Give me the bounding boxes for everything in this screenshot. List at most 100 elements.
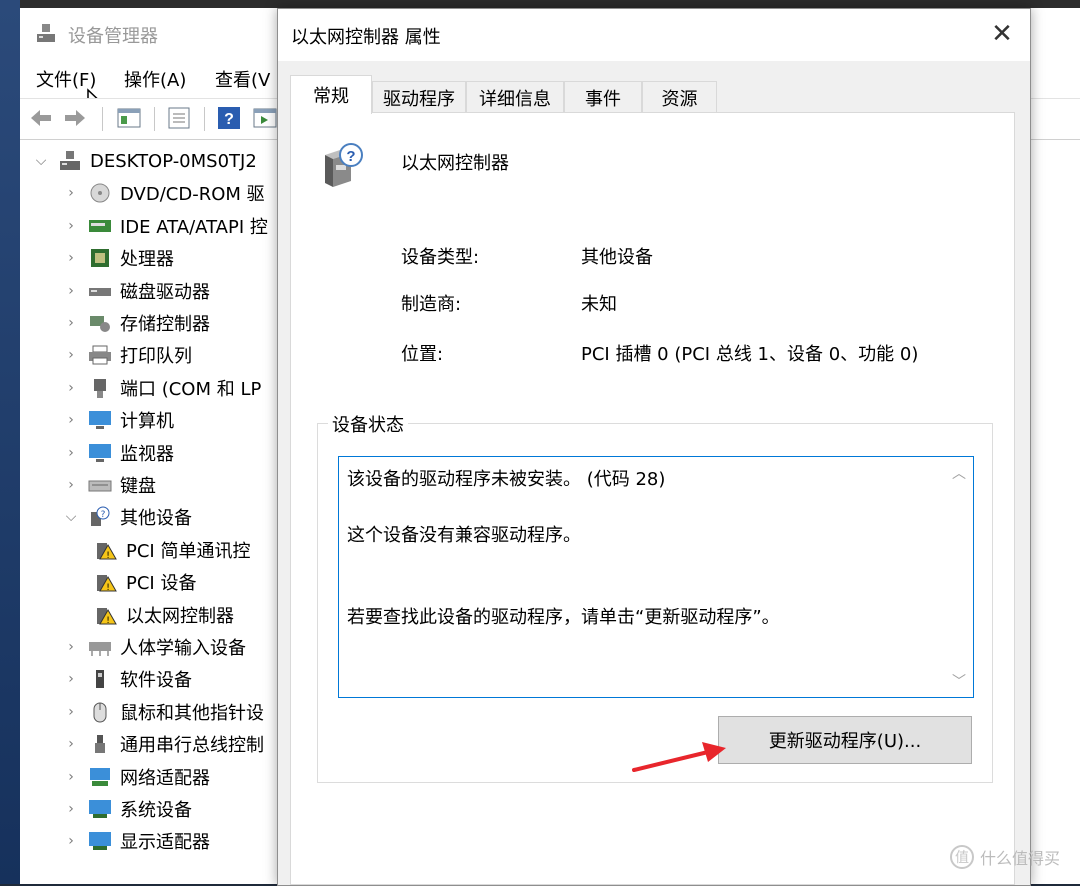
scroll-down-icon[interactable]: ﹀ (951, 673, 967, 690)
chevron-down-icon[interactable]: ⌵ (62, 508, 80, 526)
storage-controller-icon (90, 316, 110, 332)
dvd-icon (90, 183, 110, 203)
console-tree-icon[interactable] (116, 105, 142, 131)
display-adapter-icon (89, 832, 111, 851)
chevron-right-icon[interactable]: › (62, 411, 80, 429)
tree-category-item[interactable]: › 软件设备 (62, 664, 192, 694)
chevron-right-icon[interactable]: › (62, 735, 80, 753)
tab-driver[interactable]: 驱动程序 (372, 81, 466, 113)
help-icon[interactable]: ? (216, 105, 242, 131)
tree-category-item[interactable]: › 处理器 (62, 243, 174, 273)
tab-general[interactable]: 常规 (290, 75, 372, 114)
tree-category-item[interactable]: › 鼠标和其他指针设 (62, 697, 264, 727)
update-driver-button[interactable]: 更新驱动程序(U)... (718, 716, 972, 764)
toolbar-separator (204, 107, 205, 131)
tree-item-label: 显示适配器 (120, 832, 210, 854)
tree-category-item[interactable]: › 系统设备 (62, 794, 192, 824)
tree-item-label: 打印队列 (120, 346, 192, 368)
forward-arrow-icon[interactable] (62, 105, 88, 131)
tree-category-item[interactable]: › 人体学输入设备 (62, 632, 246, 662)
tree-category-item[interactable]: › 网络适配器 (62, 762, 210, 792)
chevron-right-icon[interactable]: › (62, 314, 80, 332)
tree-category-item[interactable]: › IDE ATA/ATAPI 控 (62, 211, 268, 241)
back-arrow-icon[interactable] (28, 105, 54, 131)
chevron-right-icon[interactable]: › (62, 638, 80, 656)
close-icon[interactable]: ✕ (982, 17, 1022, 51)
properties-icon[interactable] (166, 105, 192, 131)
chevron-right-icon[interactable]: › (62, 346, 80, 364)
dialog-titlebar: 以太网控制器 属性 ✕ (278, 9, 1030, 61)
usb-icon (95, 735, 105, 754)
tree-category-item[interactable]: › 键盘 (62, 470, 156, 500)
tree-item-label: 磁盘驱动器 (120, 281, 210, 303)
chevron-down-icon[interactable]: ⌵ (32, 152, 50, 170)
tree-item-label: 鼠标和其他指针设 (120, 702, 264, 724)
tree-child-item[interactable]: ! PCI 简单通讯控 (94, 535, 250, 565)
scroll-up-icon[interactable]: ︿ (951, 465, 967, 482)
chevron-right-icon[interactable]: › (62, 800, 80, 818)
annotation-arrow-icon (632, 742, 726, 772)
tree-category-item[interactable]: › 存储控制器 (62, 308, 210, 338)
tree-item-label: 网络适配器 (120, 767, 210, 789)
status-scrollbar[interactable]: ︿ ﹀ (945, 457, 973, 697)
menu-action[interactable]: 操作(A) (124, 66, 186, 92)
tree-item-label: DVD/CD-ROM 驱 (120, 184, 265, 206)
chevron-right-icon[interactable]: › (62, 249, 80, 267)
tree-category-item[interactable]: › 显示适配器 (62, 826, 210, 856)
status-line: 这个设备没有兼容驱动程序。 (347, 525, 581, 546)
tab-events[interactable]: 事件 (564, 81, 642, 113)
svg-text:!: ! (106, 551, 110, 561)
device-type-value: 其他设备 (581, 247, 653, 268)
chevron-right-icon[interactable]: › (62, 670, 80, 688)
tab-details[interactable]: 详细信息 (466, 81, 564, 113)
tree-item-label: 处理器 (120, 249, 174, 271)
chevron-right-icon[interactable]: › (62, 703, 80, 721)
location-label: 位置: (401, 344, 444, 365)
chevron-right-icon[interactable]: › (62, 379, 80, 397)
tree-child-item[interactable]: ! PCI 设备 (94, 567, 196, 597)
warning-device-icon: ! (97, 542, 117, 561)
printer-icon (89, 345, 111, 365)
tab-resources[interactable]: 资源 (642, 81, 717, 113)
chevron-right-icon[interactable]: › (62, 282, 80, 300)
chevron-right-icon[interactable]: › (62, 444, 80, 462)
tree-child-item[interactable]: ! 以太网控制器 (94, 600, 234, 630)
device-status-group: 设备状态 该设备的驱动程序未被安装。 (代码 28) 这个设备没有兼容驱动程序。… (317, 411, 993, 783)
device-manager-app-icon (37, 24, 55, 42)
tree-category-item[interactable]: › 监视器 (62, 438, 174, 468)
mouse-icon (93, 702, 107, 723)
chevron-right-icon[interactable]: › (62, 476, 80, 494)
tree-category-item[interactable]: › 打印队列 (62, 340, 192, 370)
watermark-logo-icon: 值 (950, 845, 974, 869)
update-driver-toolbar-icon[interactable] (252, 105, 278, 131)
tree-item-label: IDE ATA/ATAPI 控 (120, 216, 268, 238)
tree-category-item[interactable]: › 通用串行总线控制 (62, 729, 264, 759)
chevron-right-icon[interactable]: › (62, 217, 80, 235)
toolbar-separator (154, 107, 155, 131)
tree-category-item[interactable]: › 端口 (COM 和 LP (62, 373, 261, 403)
tree-category-item[interactable]: › DVD/CD-ROM 驱 (62, 178, 265, 208)
ide-controller-icon (89, 219, 111, 232)
monitor-icon (89, 443, 111, 462)
tree-item-label: PCI 简单通讯控 (126, 540, 251, 562)
menu-view[interactable]: 查看(V (215, 66, 270, 92)
tree-category-item[interactable]: ⌵? 其他设备 (62, 502, 192, 532)
tree-root[interactable]: ⌵ DESKTOP-0MS0TJ2 (32, 146, 257, 176)
svg-text:?: ? (224, 111, 234, 128)
chevron-right-icon[interactable]: › (62, 832, 80, 850)
chevron-right-icon[interactable]: › (62, 768, 80, 786)
tree-category-item[interactable]: › 计算机 (62, 405, 174, 435)
device-status-title: 设备状态 (328, 411, 408, 437)
tree-item-label: 其他设备 (120, 508, 192, 530)
tree-item-label: PCI 设备 (126, 573, 197, 595)
tree-item-label: 端口 (COM 和 LP (120, 378, 262, 400)
desktop-background (0, 0, 20, 884)
chevron-right-icon[interactable]: › (62, 184, 80, 202)
status-line: 该设备的驱动程序未被安装。 (代码 28) (347, 469, 666, 490)
watermark: 值 什么值得买 (950, 845, 1060, 869)
warning-device-icon: ! (97, 575, 117, 593)
port-icon (94, 378, 106, 398)
device-status-textbox[interactable]: 该设备的驱动程序未被安装。 (代码 28) 这个设备没有兼容驱动程序。 若要查找… (338, 456, 974, 698)
tree-category-item[interactable]: › 磁盘驱动器 (62, 276, 210, 306)
hid-icon (89, 642, 111, 656)
